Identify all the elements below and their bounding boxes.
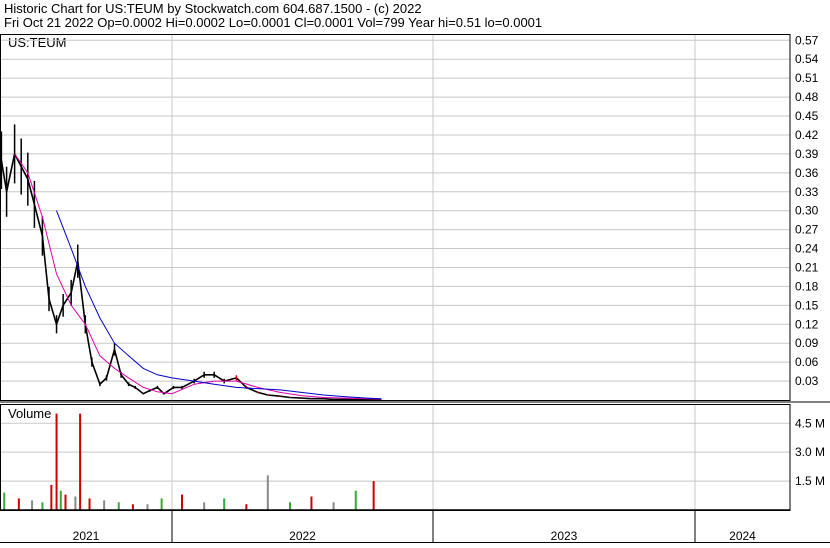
price-tick-label: 0.09 xyxy=(795,336,819,350)
price-tick-label: 0.33 xyxy=(795,185,819,199)
price-tick-label: 0.21 xyxy=(795,260,819,274)
volume-tick-label: 4.5 M xyxy=(795,416,825,430)
price-tick-label: 0.03 xyxy=(795,374,819,388)
year-label: 2022 xyxy=(289,529,316,543)
price-tick-label: 0.51 xyxy=(795,71,819,85)
price-tick-label: 0.27 xyxy=(795,223,819,237)
year-label: 2023 xyxy=(551,529,578,543)
price-tick-label: 0.54 xyxy=(795,52,819,66)
price-tick-label: 0.42 xyxy=(795,128,819,142)
volume-tick-label: 1.5 M xyxy=(795,474,825,488)
price-tick-label: 0.15 xyxy=(795,298,819,312)
price-tick-label: 0.06 xyxy=(795,355,819,369)
price-tick-label: 0.24 xyxy=(795,242,819,256)
price-tick-label: 0.18 xyxy=(795,279,819,293)
stock-chart: Historic Chart for US:TEUM by Stockwatch… xyxy=(0,0,830,543)
price-series xyxy=(0,124,383,401)
price-tick-label: 0.39 xyxy=(795,147,819,161)
grid xyxy=(0,34,790,510)
chart-frame xyxy=(0,34,830,543)
volume-bars xyxy=(3,413,375,510)
year-label: 2021 xyxy=(73,529,100,543)
chart-title: Historic Chart for US:TEUM by Stockwatch… xyxy=(4,1,422,16)
chart-stats: Fri Oct 21 2022 Op=0.0002 Hi=0.0002 Lo=0… xyxy=(4,15,542,30)
moving-average-long-line xyxy=(56,210,382,400)
price-tick-label: 0.48 xyxy=(795,90,819,104)
symbol-label: US:TEUM xyxy=(8,35,67,50)
axis-labels: 0.03 0.06 0.09 0.12 0.15 0.18 0.21 0.24 0.27 0.30… xyxy=(73,33,825,543)
volume-tick-label: 3.0 M xyxy=(795,445,825,459)
price-tick-label: 0.30 xyxy=(795,204,819,218)
price-tick-label: 0.36 xyxy=(795,166,819,180)
volume-panel-frame xyxy=(0,404,791,511)
chart-canvas: Historic Chart for US:TEUM by Stockwatch… xyxy=(0,1,830,543)
price-tick-label: 0.57 xyxy=(795,33,819,47)
price-tick-label: 0.12 xyxy=(795,317,819,331)
price-tick-label: 0.45 xyxy=(795,109,819,123)
price-panel-frame xyxy=(0,34,791,401)
year-label: 2024 xyxy=(729,529,756,543)
volume-label: Volume xyxy=(8,406,51,421)
